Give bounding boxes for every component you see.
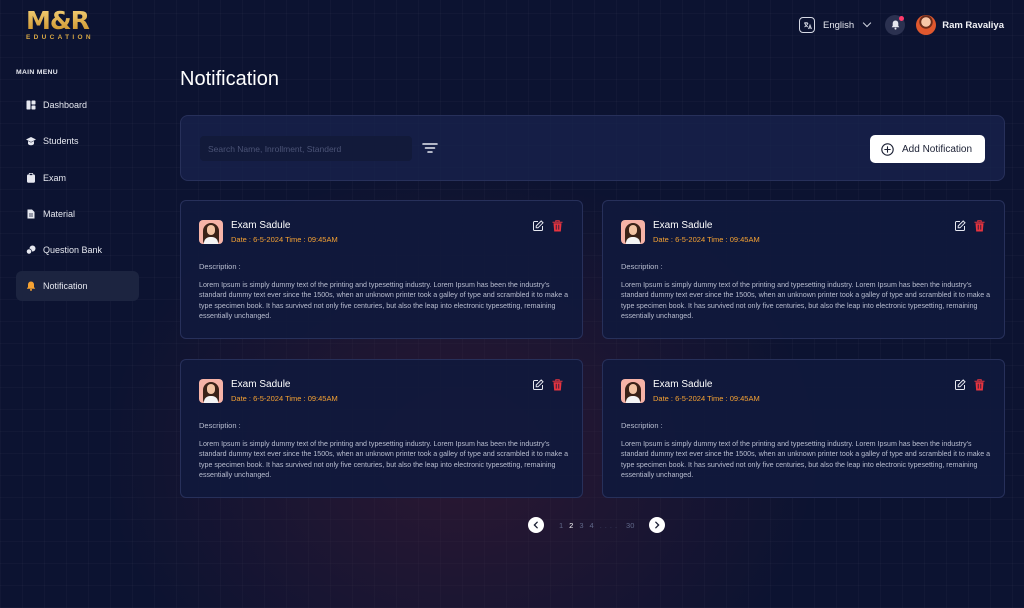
user-name[interactable]: Ram Ravaliya <box>942 20 1004 31</box>
sidebar-item-question-bank[interactable]: Question Bank <box>16 235 139 265</box>
delete-icon[interactable] <box>552 220 563 232</box>
card-avatar <box>621 379 645 403</box>
delete-icon[interactable] <box>974 220 985 232</box>
add-notification-label: Add Notification <box>902 143 973 155</box>
chevron-right-icon <box>655 521 660 529</box>
graduation-cap-icon <box>26 137 36 146</box>
delete-icon[interactable] <box>974 379 985 391</box>
logo-wordmark: M&R <box>26 7 106 35</box>
description-label: Description : <box>621 421 663 430</box>
page-number-last[interactable]: 30 <box>626 521 634 530</box>
card-title: Exam Sadule <box>231 379 291 390</box>
question-bank-icon <box>26 245 36 255</box>
sidebar-item-label: Exam <box>43 172 67 183</box>
page-ellipsis: .... <box>599 520 621 530</box>
edit-icon[interactable] <box>954 220 966 232</box>
edit-icon[interactable] <box>954 379 966 391</box>
user-avatar[interactable] <box>916 15 937 35</box>
bell-icon <box>26 281 36 292</box>
dashboard-icon <box>26 100 36 110</box>
sidebar-menu: Dashboard Students Exam Material Questio… <box>16 90 139 308</box>
card-title: Exam Sadule <box>653 379 713 390</box>
page-number[interactable]: 1 <box>559 521 563 530</box>
description-text: Lorem Ipsum is simply dummy text of the … <box>621 440 991 479</box>
clipboard-icon <box>27 172 35 183</box>
notification-card: Exam Sadule Date : 6-5-2024 Time : 09:45… <box>180 359 583 498</box>
card-title: Exam Sadule <box>653 220 713 231</box>
page-number-current[interactable]: 2 <box>569 521 573 530</box>
card-avatar <box>199 220 223 244</box>
filter-icon[interactable] <box>422 141 438 155</box>
main-menu-title: MAIN MENU <box>16 69 58 76</box>
description-text: Lorem Ipsum is simply dummy text of the … <box>199 440 569 479</box>
header-actions: English Ram Ravaliya <box>799 12 1004 38</box>
edit-icon[interactable] <box>532 220 544 232</box>
description-text: Lorem Ipsum is simply dummy text of the … <box>621 281 991 320</box>
chevron-down-icon <box>862 18 872 28</box>
delete-icon[interactable] <box>552 379 563 391</box>
edit-icon[interactable] <box>532 379 544 391</box>
notification-card: Exam Sadule Date : 6-5-2024 Time : 09:45… <box>602 200 1005 339</box>
page-number[interactable]: 4 <box>590 521 594 530</box>
search-input[interactable] <box>200 136 412 161</box>
sidebar-item-dashboard[interactable]: Dashboard <box>16 90 139 120</box>
card-avatar <box>621 220 645 244</box>
card-date: Date : 6-5-2024 Time : 09:45AM <box>231 394 338 403</box>
notifications-button[interactable] <box>885 15 906 35</box>
card-avatar <box>199 379 223 403</box>
notification-card: Exam Sadule Date : 6-5-2024 Time : 09:45… <box>602 359 1005 498</box>
language-label: English <box>823 19 855 31</box>
language-selector[interactable]: English <box>799 17 872 33</box>
card-date: Date : 6-5-2024 Time : 09:45AM <box>653 394 760 403</box>
add-notification-button[interactable]: Add Notification <box>870 135 985 163</box>
sidebar-item-exam[interactable]: Exam <box>16 163 139 193</box>
chevron-left-icon <box>533 521 538 529</box>
brand-logo[interactable]: M&R EDUCATION <box>26 7 106 43</box>
bell-icon <box>891 20 900 30</box>
notification-dot <box>899 16 905 21</box>
plus-circle-icon <box>881 142 894 156</box>
page-title: Notification <box>180 68 279 90</box>
document-icon <box>27 209 35 219</box>
sidebar-item-notification[interactable]: Notification <box>16 271 139 302</box>
page-number[interactable]: 3 <box>579 521 583 530</box>
notification-card: Exam Sadule Date : 6-5-2024 Time : 09:45… <box>180 200 583 339</box>
card-date: Date : 6-5-2024 Time : 09:45AM <box>653 235 760 244</box>
prev-page-button[interactable] <box>528 517 544 533</box>
sidebar-item-label: Notification <box>43 281 88 292</box>
sidebar-item-students[interactable]: Students <box>16 126 139 156</box>
notification-toolbar: Add Notification <box>180 115 1005 181</box>
sidebar-item-label: Students <box>43 136 79 147</box>
card-date: Date : 6-5-2024 Time : 09:45AM <box>231 235 338 244</box>
sidebar-item-material[interactable]: Material <box>16 199 139 229</box>
sidebar-item-label: Material <box>43 208 76 219</box>
card-title: Exam Sadule <box>231 220 291 231</box>
next-page-button[interactable] <box>649 517 666 533</box>
description-label: Description : <box>199 262 241 271</box>
description-label: Description : <box>621 262 663 271</box>
translate-icon <box>799 17 816 33</box>
pagination: 1 2 3 4 .... 30 <box>528 517 666 533</box>
logo-subtitle: EDUCATION <box>26 34 94 41</box>
description-text: Lorem Ipsum is simply dummy text of the … <box>199 281 569 320</box>
sidebar-item-label: Dashboard <box>43 100 88 110</box>
description-label: Description : <box>199 421 241 430</box>
sidebar-item-label: Question Bank <box>43 245 103 256</box>
